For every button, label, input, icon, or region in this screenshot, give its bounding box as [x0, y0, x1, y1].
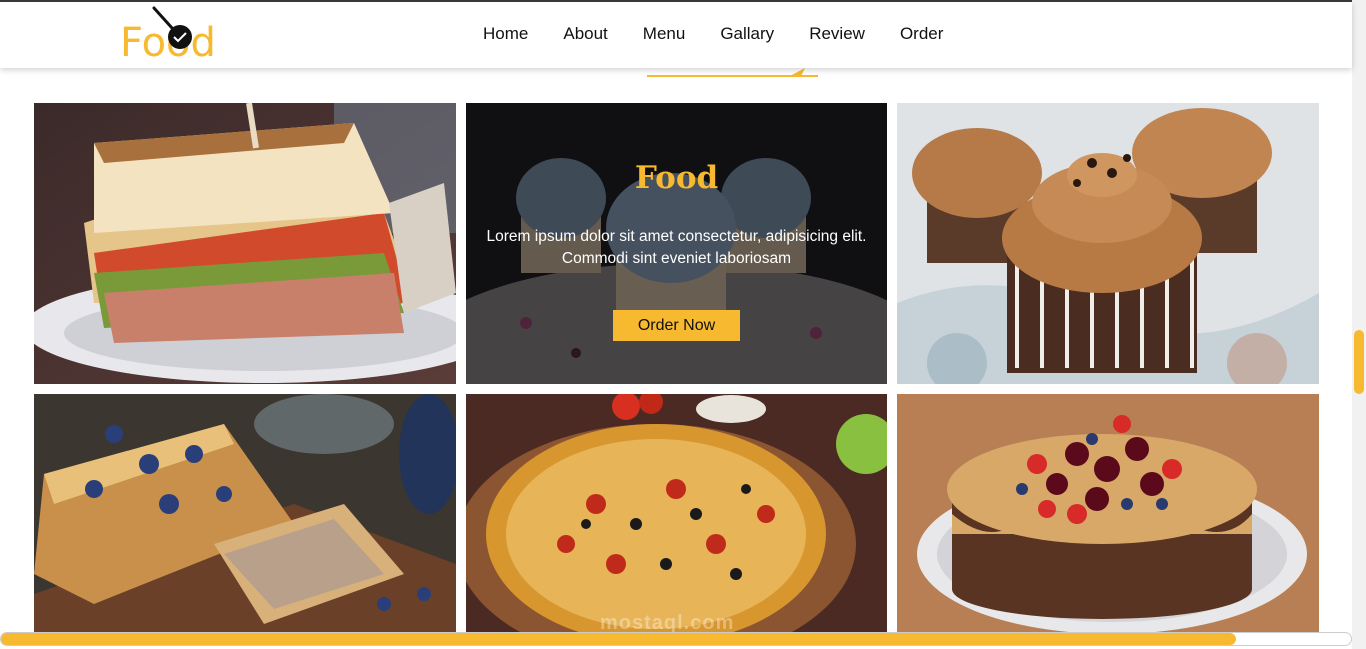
- horizontal-scroll-fill: [1, 633, 1237, 645]
- nav-about[interactable]: About: [563, 24, 607, 44]
- main-nav: Home About Menu Gallary Review Order: [483, 24, 978, 44]
- nav-review[interactable]: Review: [809, 24, 865, 44]
- gallery-item-chocolate-cupcakes[interactable]: [897, 103, 1319, 384]
- order-now-button[interactable]: Order Now: [613, 310, 740, 341]
- vertical-scrollbar[interactable]: [1352, 0, 1366, 649]
- sandwich-image: [34, 103, 456, 384]
- hover-overlay: Food Lorem ipsum dolor sit amet consecte…: [466, 103, 887, 384]
- gallery-item-pizza[interactable]: [466, 394, 887, 632]
- gallery-item-sandwich[interactable]: [34, 103, 456, 384]
- site-header: Food Home About Menu Gallary Review Orde…: [0, 2, 1352, 68]
- nav-home[interactable]: Home: [483, 24, 528, 44]
- pizza-image: [466, 394, 887, 632]
- chocolate-cupcakes-image: [897, 103, 1319, 384]
- section-underline-decoration: [647, 68, 818, 77]
- gallery-item-blueberry-loaf[interactable]: [34, 394, 456, 632]
- nav-gallary[interactable]: Gallary: [720, 24, 774, 44]
- blueberry-loaf-image: [34, 394, 456, 632]
- frying-pan-icon: [152, 6, 192, 49]
- berry-cake-image: [897, 394, 1319, 632]
- overlay-description: Lorem ipsum dolor sit amet consectetur, …: [486, 228, 867, 267]
- nav-order[interactable]: Order: [900, 24, 943, 44]
- logo[interactable]: Food: [120, 6, 230, 66]
- gallery-item-blue-cupcakes[interactable]: Food Lorem ipsum dolor sit amet consecte…: [466, 103, 887, 384]
- horizontal-scroll-progress[interactable]: [0, 632, 1352, 646]
- vertical-scroll-thumb[interactable]: [1354, 330, 1364, 394]
- nav-menu[interactable]: Menu: [643, 24, 686, 44]
- gallery-item-berry-cake[interactable]: [897, 394, 1319, 632]
- overlay-title: Food: [634, 160, 719, 196]
